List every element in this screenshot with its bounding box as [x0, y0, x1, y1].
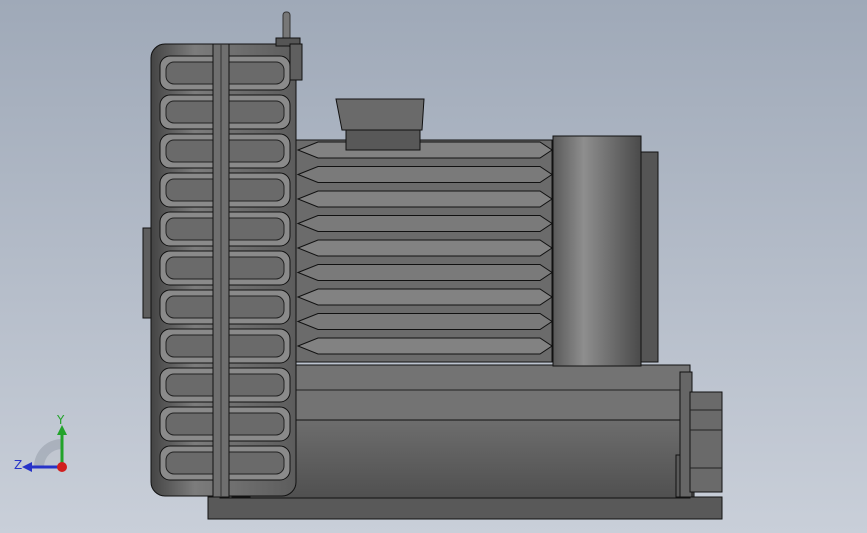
y-axis-label: Y: [56, 413, 65, 427]
motor-fin: [296, 264, 553, 281]
outlet-block: [689, 391, 723, 493]
blower-model[interactable]: [0, 0, 867, 533]
terminal-box: [335, 98, 425, 151]
z-axis-arrowhead: [22, 462, 32, 472]
x-axis-dot: [57, 462, 67, 472]
fan-cover: [552, 135, 659, 367]
motor-body: [295, 139, 553, 363]
motor-fin: [296, 190, 553, 208]
motor-fin: [296, 141, 553, 159]
motor-fin: [296, 337, 553, 355]
axis-triad: Y Z: [14, 413, 67, 472]
cad-viewport[interactable]: Y Z: [0, 0, 867, 533]
motor-fin: [296, 166, 553, 183]
motor-fin: [296, 288, 553, 306]
motor-fin: [296, 239, 553, 257]
motor-fin: [296, 215, 553, 232]
z-axis-label: Z: [14, 458, 22, 472]
motor-fin: [296, 313, 553, 330]
blower-housing: [150, 43, 297, 498]
motor-fins: [296, 141, 553, 355]
